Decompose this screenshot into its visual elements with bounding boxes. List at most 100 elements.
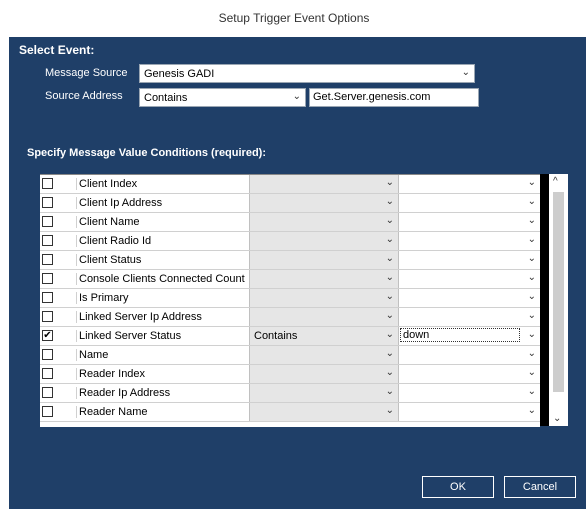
table-row: Client Radio Id ⌄ ⌄ <box>40 232 540 251</box>
chevron-down-icon: ⌄ <box>385 177 394 188</box>
condition-operator-combo[interactable]: ⌄ <box>249 346 398 364</box>
condition-value-combo[interactable]: ⌄ <box>398 194 540 212</box>
cancel-button[interactable]: Cancel <box>504 476 576 498</box>
chevron-down-icon: ⌄ <box>385 253 394 264</box>
chevron-down-icon: ⌄ <box>527 405 536 416</box>
condition-operator-value: Contains <box>254 330 298 342</box>
condition-checkbox[interactable] <box>42 235 53 246</box>
condition-value-combo[interactable]: ⌄ <box>398 384 540 402</box>
table-row: Client Status ⌄ ⌄ <box>40 251 540 270</box>
table-row: Client Ip Address ⌄ ⌄ <box>40 194 540 213</box>
message-source-value: Genesis GADI <box>144 68 215 80</box>
select-event-heading: Select Event: <box>19 43 95 57</box>
condition-operator-combo[interactable]: ⌄ <box>249 175 398 193</box>
chevron-down-icon: ⌄ <box>527 177 536 188</box>
condition-operator-combo[interactable]: ⌄ <box>249 289 398 307</box>
condition-operator-combo[interactable]: ⌄ <box>249 232 398 250</box>
dialog-window: Setup Trigger Event Options Select Event… <box>0 0 588 510</box>
chevron-down-icon: ⌄ <box>385 405 394 416</box>
condition-value-combo[interactable]: ⌄ <box>398 232 540 250</box>
table-row: Is Primary ⌄ ⌄ <box>40 289 540 308</box>
chevron-down-icon: ⌄ <box>385 272 394 283</box>
condition-name: Linked Server Ip Address <box>76 311 251 323</box>
ok-button[interactable]: OK <box>422 476 494 498</box>
condition-name: Name <box>76 349 251 361</box>
chevron-down-icon: ⌄ <box>527 329 536 340</box>
chevron-down-icon: ⌄ <box>461 67 470 78</box>
chevron-down-icon: ⌄ <box>527 234 536 245</box>
condition-checkbox[interactable] <box>42 254 53 265</box>
condition-value-combo[interactable]: ⌄ <box>398 346 540 364</box>
condition-name: Linked Server Status <box>76 330 251 342</box>
chevron-down-icon: ⌄ <box>527 348 536 359</box>
condition-operator-combo[interactable]: ⌄ <box>249 365 398 383</box>
condition-name: Reader Name <box>76 406 251 418</box>
condition-value-combo[interactable]: ⌄ <box>398 175 540 193</box>
condition-operator-combo[interactable]: ⌄ <box>249 308 398 326</box>
chevron-down-icon: ⌄ <box>385 367 394 378</box>
condition-checkbox[interactable] <box>42 406 53 417</box>
chevron-down-icon: ⌄ <box>292 91 301 102</box>
condition-value-combo[interactable]: ⌄ <box>398 403 540 421</box>
condition-name: Client Radio Id <box>76 235 251 247</box>
condition-value-combo[interactable]: ⌄ <box>398 270 540 288</box>
scroll-thumb[interactable] <box>553 192 564 392</box>
chevron-down-icon: ⌄ <box>385 196 394 207</box>
chevron-down-icon: ⌄ <box>385 329 394 340</box>
message-source-label: Message Source <box>45 67 128 79</box>
chevron-down-icon: ⌄ <box>385 348 394 359</box>
condition-checkbox[interactable] <box>42 178 53 189</box>
condition-checkbox[interactable] <box>42 216 53 227</box>
scroll-up-icon[interactable]: ^ <box>553 176 558 187</box>
condition-name: Client Ip Address <box>76 197 251 209</box>
condition-checkbox[interactable] <box>42 273 53 284</box>
condition-name: Console Clients Connected Count <box>76 273 251 285</box>
condition-operator-combo[interactable]: ⌄ <box>249 403 398 421</box>
source-address-input[interactable]: Get.Server.genesis.com <box>309 88 479 107</box>
condition-value-combo[interactable]: ⌄ <box>398 308 540 326</box>
condition-operator-combo[interactable]: ⌄ <box>249 213 398 231</box>
source-address-operator-combo[interactable]: Contains ⌄ <box>139 88 306 107</box>
condition-checkbox[interactable] <box>42 387 53 398</box>
message-source-combo[interactable]: Genesis GADI ⌄ <box>139 64 475 83</box>
chevron-down-icon: ⌄ <box>385 291 394 302</box>
chevron-down-icon: ⌄ <box>527 367 536 378</box>
condition-operator-combo[interactable]: ⌄ <box>249 251 398 269</box>
condition-operator-combo[interactable]: ⌄ <box>249 194 398 212</box>
condition-checkbox[interactable] <box>42 292 53 303</box>
condition-checkbox[interactable] <box>42 197 53 208</box>
condition-name: Reader Index <box>76 368 251 380</box>
condition-checkbox[interactable] <box>42 349 53 360</box>
table-row: Console Clients Connected Count ⌄ ⌄ <box>40 270 540 289</box>
chevron-down-icon: ⌄ <box>527 196 536 207</box>
condition-name: Client Status <box>76 254 251 266</box>
condition-value-combo[interactable]: ⌄ <box>398 251 540 269</box>
table-row: Client Name ⌄ ⌄ <box>40 213 540 232</box>
condition-checkbox[interactable]: ✔ <box>42 330 53 341</box>
chevron-down-icon: ⌄ <box>527 291 536 302</box>
grid-scrollbar[interactable]: ^ ⌄ <box>549 174 568 426</box>
condition-value-combo[interactable]: down ⌄ <box>398 327 540 345</box>
chevron-down-icon: ⌄ <box>527 310 536 321</box>
condition-operator-combo[interactable]: ⌄ <box>249 384 398 402</box>
table-row: Name ⌄ ⌄ <box>40 346 540 365</box>
window-title: Setup Trigger Event Options <box>218 11 370 25</box>
table-row: Reader Index ⌄ ⌄ <box>40 365 540 384</box>
table-row: Reader Name ⌄ ⌄ <box>40 403 540 422</box>
title-bar: Setup Trigger Event Options <box>0 0 588 36</box>
grid-divider <box>540 174 549 426</box>
chevron-down-icon: ⌄ <box>385 234 394 245</box>
condition-value-combo[interactable]: ⌄ <box>398 289 540 307</box>
scroll-down-icon[interactable]: ⌄ <box>553 413 561 424</box>
chevron-down-icon: ⌄ <box>527 253 536 264</box>
condition-name: Client Index <box>76 178 251 190</box>
condition-value-combo[interactable]: ⌄ <box>398 213 540 231</box>
condition-checkbox[interactable] <box>42 311 53 322</box>
condition-operator-combo[interactable]: Contains ⌄ <box>249 327 398 345</box>
chevron-down-icon: ⌄ <box>527 386 536 397</box>
condition-value-combo[interactable]: ⌄ <box>398 365 540 383</box>
conditions-grid: Client Index ⌄ ⌄ Client Ip Address ⌄ ⌄ Client … <box>40 174 540 427</box>
condition-name: Reader Ip Address <box>76 387 251 399</box>
condition-checkbox[interactable] <box>42 368 53 379</box>
condition-operator-combo[interactable]: ⌄ <box>249 270 398 288</box>
